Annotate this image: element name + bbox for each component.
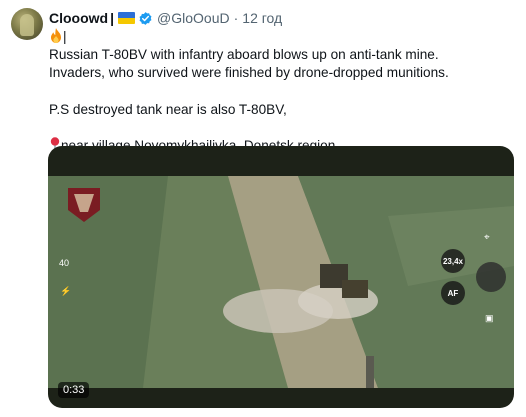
- tweet-time[interactable]: 12 год: [242, 10, 282, 26]
- tweet-line-3: P.S destroyed tank near is also T-80BV,: [49, 101, 287, 117]
- author-handle[interactable]: @GloOouD: [157, 10, 230, 26]
- autofocus-button[interactable]: AF: [441, 281, 465, 305]
- overlay-left-value: 40: [59, 258, 70, 268]
- video-duration: 0:33: [58, 382, 90, 398]
- author-name[interactable]: Clooowd: [49, 10, 108, 26]
- tweet-line-1-text: Russian T-80BV with infantry aboard blow…: [49, 47, 439, 63]
- fire-icon: [51, 28, 61, 43]
- tweet-line-1: |: [49, 28, 519, 46]
- name-separator: |: [110, 10, 115, 26]
- record-icon: ▣: [485, 313, 494, 323]
- tweet-header: Clooowd | @GloOouD · 12 год: [49, 9, 282, 27]
- camera-icon: ⌖: [484, 232, 490, 243]
- tweet-text: | Russian T-80BV with infantry aboard bl…: [49, 28, 519, 155]
- tweet-line-2: Invaders, who survived were finished by …: [49, 65, 449, 81]
- zoom-indicator: 23,4x: [441, 249, 465, 273]
- ukraine-flag-icon: [118, 12, 136, 24]
- avatar-figure: [20, 14, 34, 36]
- verified-badge-icon: [139, 11, 152, 25]
- russia-flag-icon: [70, 31, 86, 42]
- avatar[interactable]: [11, 8, 43, 40]
- pipe-char: |: [63, 29, 67, 44]
- video-overlay: 40 ⚡ 23,4x AF ⌖ ▣: [48, 146, 514, 408]
- video-player[interactable]: 40 ⚡ 23,4x AF ⌖ ▣ 0:33: [48, 146, 514, 408]
- meta-dot: ·: [233, 10, 239, 26]
- signal-icon: ⚡: [60, 286, 72, 296]
- shutter-button[interactable]: [476, 262, 506, 292]
